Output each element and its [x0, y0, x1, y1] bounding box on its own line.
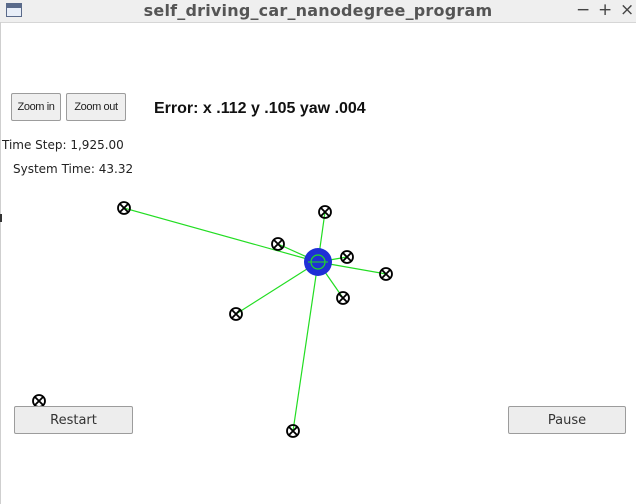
window-titlebar: self_driving_car_nanodegree_program − + …: [0, 0, 636, 23]
system-time-readout: System Time: 43.32: [13, 162, 134, 176]
vehicle-marker: [304, 248, 332, 276]
zoom-in-button[interactable]: Zoom in: [11, 93, 61, 121]
landmark-marker: [286, 424, 300, 438]
error-readout: Error: x .112 y .105 yaw .004: [154, 100, 366, 117]
link-lines: [123, 207, 387, 432]
close-icon[interactable]: ×: [620, 0, 634, 20]
minimize-icon[interactable]: −: [576, 0, 590, 20]
zoom-out-button[interactable]: Zoom out: [66, 93, 126, 121]
link-line: [292, 261, 319, 432]
pause-button[interactable]: Pause: [508, 406, 626, 434]
landmark-marker: [379, 267, 393, 281]
landmark-marker: [229, 307, 243, 321]
landmark-marker: [336, 291, 350, 305]
time-step-readout: Time Step: 1,925.00: [2, 138, 124, 152]
window-title: self_driving_car_nanodegree_program: [143, 1, 493, 20]
landmark-marker: [117, 201, 131, 215]
landmarks: [32, 201, 393, 438]
link-line: [235, 261, 319, 315]
landmark-marker: [271, 237, 285, 251]
link-line: [123, 207, 319, 263]
restart-button[interactable]: Restart: [14, 406, 133, 434]
landmark-marker: [340, 250, 354, 264]
maximize-icon[interactable]: +: [598, 0, 612, 20]
